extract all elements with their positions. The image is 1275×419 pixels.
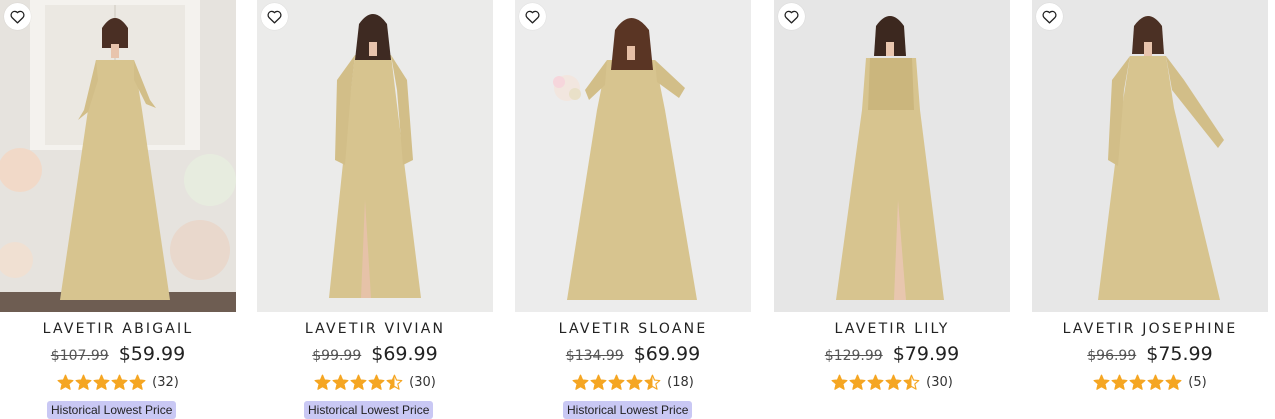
star-full-icon — [885, 374, 902, 390]
star-full-icon — [111, 374, 128, 390]
star-half-icon — [903, 374, 920, 390]
dress-photo — [1032, 0, 1268, 312]
sale-price: $59.99 — [118, 343, 186, 365]
star-half-icon — [386, 374, 403, 390]
product-image[interactable] — [1032, 0, 1268, 312]
star-full-icon — [1111, 374, 1128, 390]
product-name[interactable]: LAVETIR SLOANE — [515, 321, 751, 337]
review-count: (32) — [152, 375, 179, 390]
heart-icon — [784, 10, 799, 24]
price-row: $129.99 $79.99 — [774, 343, 1010, 365]
wishlist-button[interactable] — [4, 3, 31, 30]
star-full-icon — [1147, 374, 1164, 390]
price-row: $134.99 $69.99 — [515, 343, 751, 365]
original-price: $99.99 — [312, 348, 362, 364]
product-card[interactable]: LAVETIR JOSEPHINE $96.99 $75.99 (5) — [1032, 0, 1268, 419]
price-row: $99.99 $69.99 — [257, 343, 493, 365]
star-full-icon — [608, 374, 625, 390]
product-card[interactable]: LAVETIR VIVIAN $99.99 $69.99 (30) Histor… — [257, 0, 493, 419]
star-full-icon — [849, 374, 866, 390]
original-price: $134.99 — [565, 348, 624, 364]
product-name[interactable]: LAVETIR ABIGAIL — [0, 321, 236, 337]
sale-price: $79.99 — [892, 343, 960, 365]
wishlist-button[interactable] — [778, 3, 805, 30]
lowest-price-badge: Historical Lowest Price — [304, 401, 434, 419]
star-full-icon — [1165, 374, 1182, 390]
heart-icon — [525, 10, 540, 24]
star-full-icon — [867, 374, 884, 390]
wishlist-button[interactable] — [519, 3, 546, 30]
rating-row: (5) — [1032, 374, 1268, 391]
review-count: (18) — [667, 375, 694, 390]
dress-photo — [0, 0, 236, 312]
star-full-icon — [350, 374, 367, 390]
review-count: (30) — [926, 375, 953, 390]
product-grid: LAVETIR ABIGAIL $107.99 $59.99 (32) Hist… — [0, 0, 1275, 419]
rating-row: (32) — [0, 374, 236, 391]
wishlist-button[interactable] — [1036, 3, 1063, 30]
lowest-price-badge: Historical Lowest Price — [563, 401, 693, 419]
original-price: $129.99 — [824, 348, 883, 364]
star-full-icon — [572, 374, 589, 390]
product-image[interactable] — [515, 0, 751, 312]
star-full-icon — [75, 374, 92, 390]
product-name[interactable]: LAVETIR JOSEPHINE — [1032, 321, 1268, 337]
sale-price: $69.99 — [633, 343, 701, 365]
dress-photo — [257, 0, 493, 312]
lowest-price-badge: Historical Lowest Price — [47, 401, 177, 419]
original-price: $96.99 — [1087, 348, 1137, 364]
original-price: $107.99 — [50, 348, 109, 364]
rating-row: (18) — [515, 374, 751, 391]
product-image[interactable] — [0, 0, 236, 312]
product-card[interactable]: LAVETIR ABIGAIL $107.99 $59.99 (32) Hist… — [0, 0, 236, 419]
heart-icon — [10, 10, 25, 24]
star-full-icon — [831, 374, 848, 390]
star-full-icon — [314, 374, 331, 390]
star-full-icon — [368, 374, 385, 390]
price-row: $107.99 $59.99 — [0, 343, 236, 365]
star-half-icon — [644, 374, 661, 390]
dress-photo — [774, 0, 1010, 312]
product-card[interactable]: LAVETIR SLOANE $134.99 $69.99 (18) Histo… — [515, 0, 751, 419]
product-image[interactable] — [774, 0, 1010, 312]
product-image[interactable] — [257, 0, 493, 312]
product-name[interactable]: LAVETIR VIVIAN — [257, 321, 493, 337]
heart-icon — [1042, 10, 1057, 24]
review-count: (5) — [1188, 375, 1207, 390]
sale-price: $75.99 — [1146, 343, 1213, 365]
star-full-icon — [590, 374, 607, 390]
rating-row: (30) — [257, 374, 493, 391]
star-full-icon — [57, 374, 74, 390]
star-full-icon — [626, 374, 643, 390]
heart-icon — [267, 10, 282, 24]
star-full-icon — [1093, 374, 1110, 390]
wishlist-button[interactable] — [261, 3, 288, 30]
price-row: $96.99 $75.99 — [1032, 343, 1268, 365]
product-card[interactable]: LAVETIR LILY $129.99 $79.99 (30) — [774, 0, 1010, 419]
star-full-icon — [93, 374, 110, 390]
review-count: (30) — [409, 375, 436, 390]
product-name[interactable]: LAVETIR LILY — [774, 321, 1010, 337]
rating-row: (30) — [774, 374, 1010, 391]
sale-price: $69.99 — [371, 343, 438, 365]
star-full-icon — [332, 374, 349, 390]
star-full-icon — [1129, 374, 1146, 390]
star-full-icon — [129, 374, 146, 390]
dress-photo — [515, 0, 751, 312]
